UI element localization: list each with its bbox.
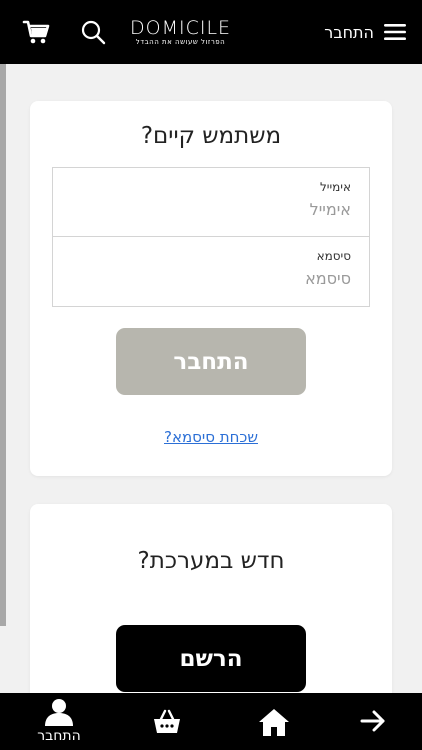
password-label: סיסמא [316,249,351,263]
register-button[interactable]: הרשם [116,625,306,692]
login-form: אימייל סיסמא [30,167,392,307]
email-label: אימייל [319,180,351,194]
domicile-logo[interactable]: DOMICILE הפרזול שעושה את ההבדל [130,18,231,47]
bottom-nav: התחבר [0,693,422,750]
arrow-right-icon [360,710,385,732]
logo-wordmark: DOMICILE [130,16,232,39]
password-input[interactable] [71,269,351,288]
top-header: DOMICILE הפרזול שעושה את ההבדל התחבר [0,0,422,64]
email-input[interactable] [71,200,351,219]
login-button[interactable]: התחבר [116,328,306,395]
logo-tagline: הפרזול שעושה את ההבדל [135,37,226,46]
bottom-nav-login-label: התחבר [37,728,81,744]
login-card-title: משתמש קיים? [140,123,282,149]
register-card: חדש במערכת? הרשם [30,504,392,704]
bottom-nav-home[interactable] [258,707,290,737]
login-card: משתמש קיים? אימייל סיסמא התחבר שכחת סיסמ… [30,101,392,476]
menu-icon[interactable] [384,23,406,41]
register-card-title: חדש במערכת? [137,548,285,574]
cart-icon[interactable] [22,18,50,46]
header-login-link[interactable]: התחבר [324,23,374,42]
search-icon[interactable] [80,19,106,45]
scroll-indicator [0,64,6,626]
bottom-nav-forward[interactable] [360,709,386,733]
forgot-password-link[interactable]: שכחת סיסמא? [30,428,392,446]
bottom-nav-login[interactable]: התחבר [35,697,83,744]
home-icon [259,709,289,736]
user-icon [45,699,73,726]
header-left-group: DOMICILE הפרזול שעושה את ההבדל [0,18,231,47]
email-field[interactable]: אימייל [52,167,370,237]
bottom-nav-basket[interactable] [153,709,181,735]
header-login-menu[interactable]: התחבר [324,23,406,42]
basket-icon [154,709,180,733]
password-field[interactable]: סיסמא [52,237,370,307]
